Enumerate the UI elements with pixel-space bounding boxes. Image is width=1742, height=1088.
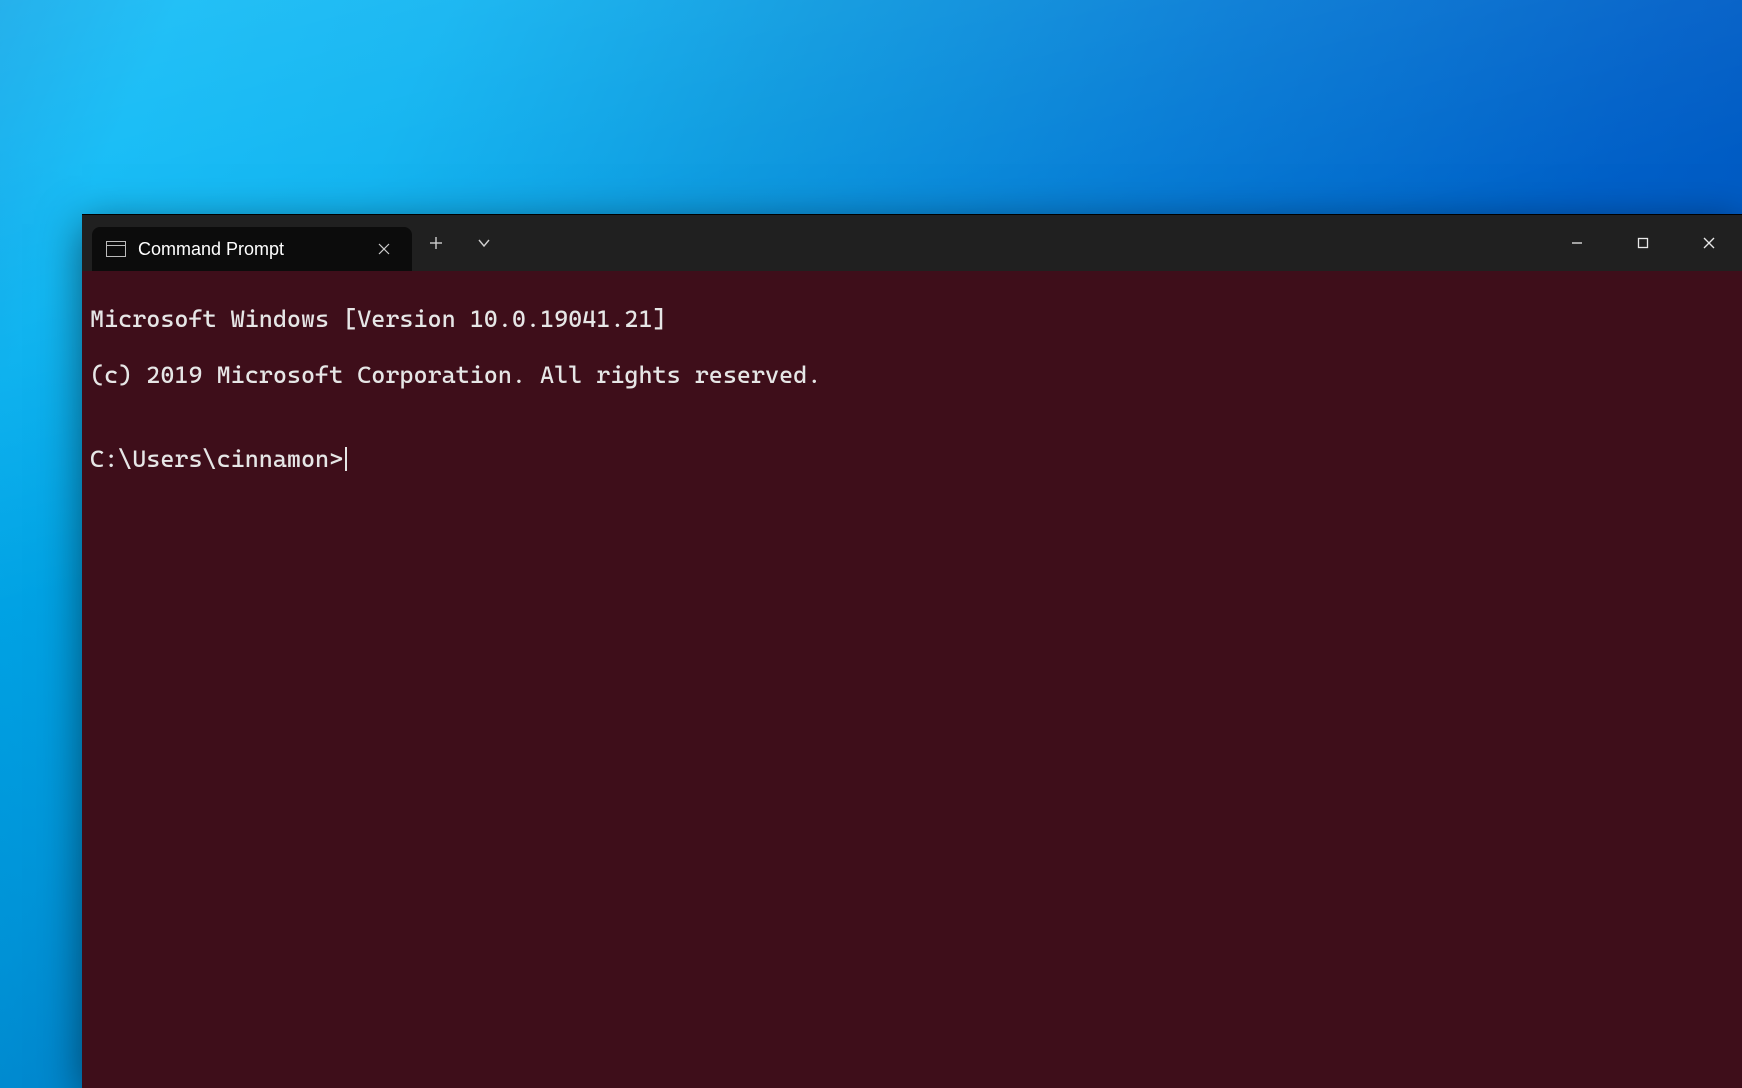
minimize-icon — [1570, 236, 1584, 250]
tab-title: Command Prompt — [138, 239, 284, 260]
command-prompt-icon — [106, 241, 126, 257]
minimize-button[interactable] — [1544, 215, 1610, 271]
text-cursor — [345, 447, 347, 471]
close-icon — [378, 243, 390, 255]
maximize-icon — [1636, 236, 1650, 250]
window-titlebar[interactable]: Command Prompt — [82, 215, 1742, 271]
plus-icon — [429, 236, 443, 250]
new-tab-button[interactable] — [412, 215, 460, 271]
tab-dropdown-button[interactable] — [460, 215, 508, 271]
terminal-line: (c) 2019 Microsoft Corporation. All righ… — [90, 361, 1734, 389]
chevron-down-icon — [477, 236, 491, 250]
window-controls — [1544, 215, 1742, 271]
maximize-button[interactable] — [1610, 215, 1676, 271]
terminal-window: Command Prompt — [82, 214, 1742, 1088]
titlebar-drag-region[interactable] — [508, 215, 1544, 271]
tab-command-prompt[interactable]: Command Prompt — [92, 227, 412, 271]
terminal-prompt: C:\Users\cinnamon> — [90, 445, 343, 473]
terminal-output[interactable]: Microsoft Windows [Version 10.0.19041.21… — [82, 271, 1742, 1088]
terminal-prompt-line: C:\Users\cinnamon> — [90, 445, 1734, 473]
close-icon — [1702, 236, 1716, 250]
tab-close-button[interactable] — [370, 235, 398, 263]
window-close-button[interactable] — [1676, 215, 1742, 271]
desktop-wallpaper: Command Prompt — [0, 0, 1742, 1088]
terminal-line: Microsoft Windows [Version 10.0.19041.21… — [90, 305, 1734, 333]
tab-strip: Command Prompt — [82, 215, 412, 271]
